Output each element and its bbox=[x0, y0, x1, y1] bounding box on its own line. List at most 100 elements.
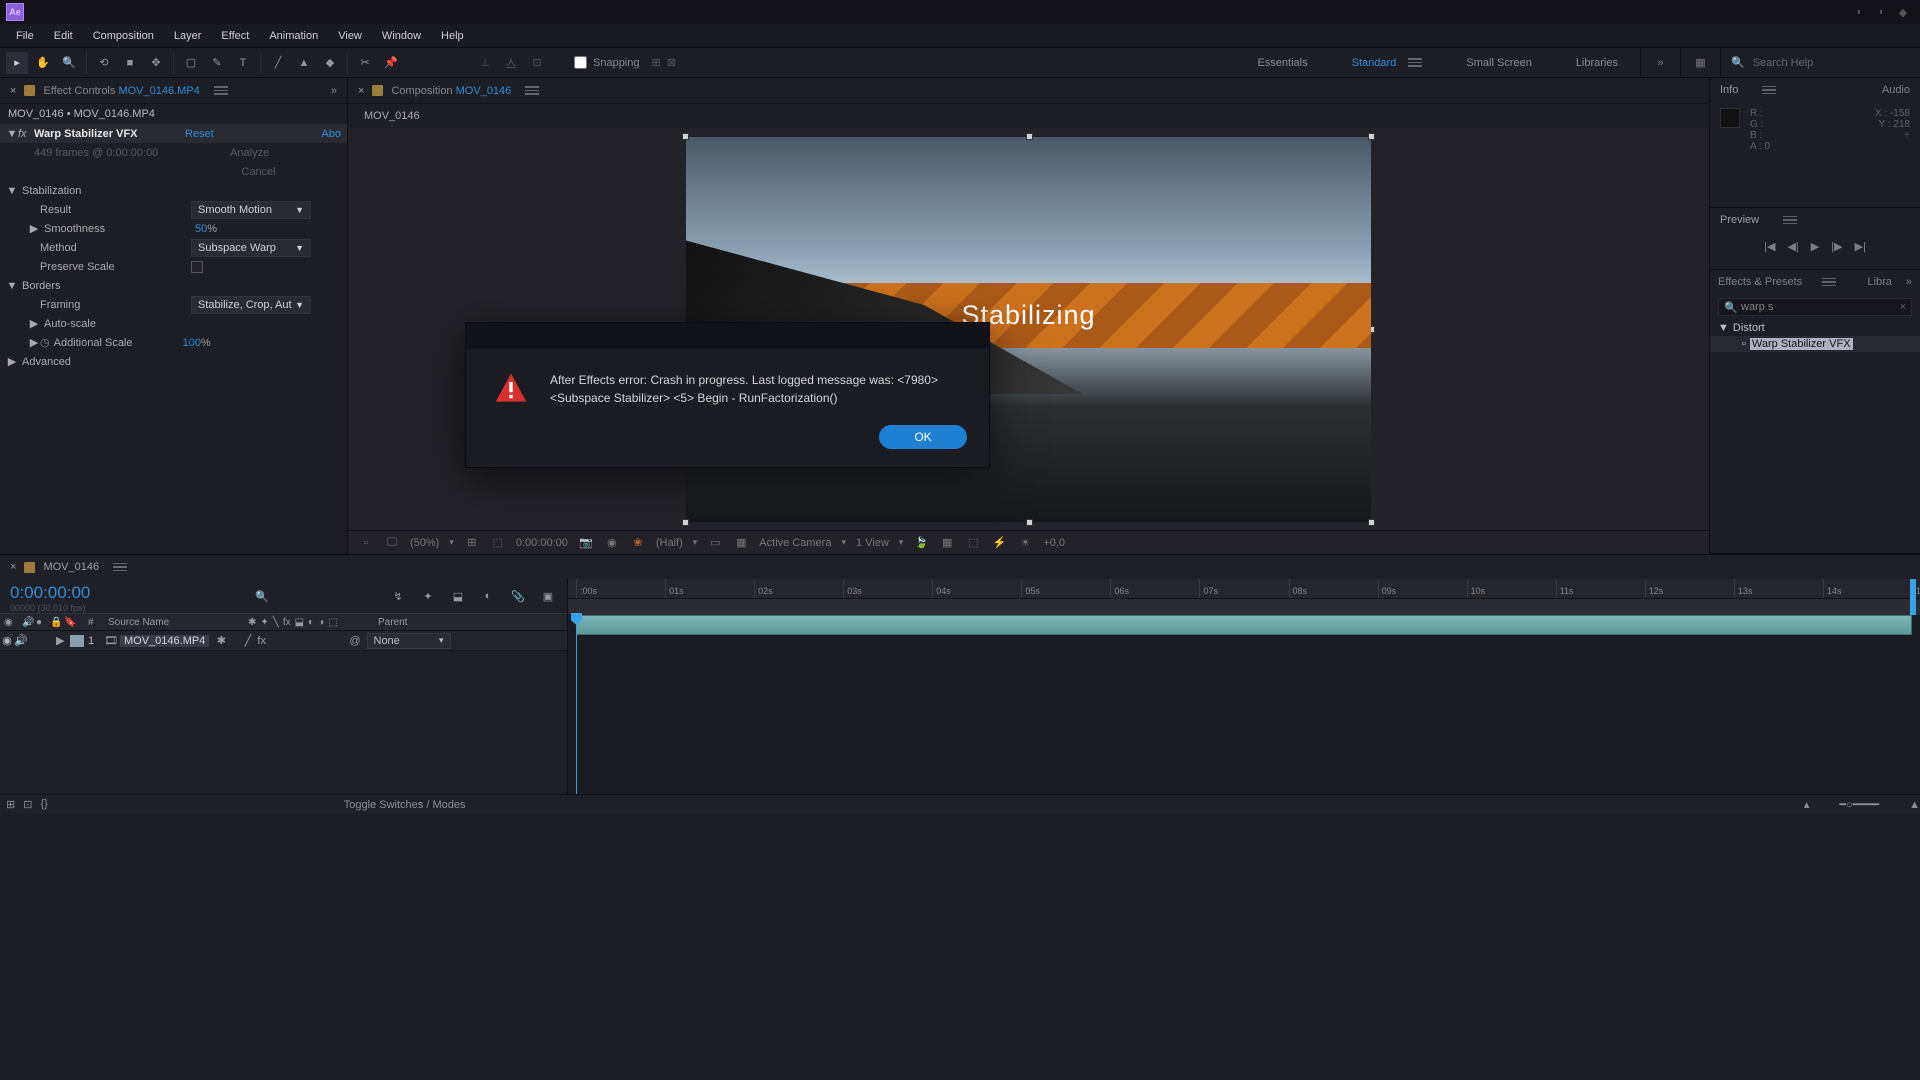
zoom-out-icon[interactable]: ▴ bbox=[1804, 798, 1810, 811]
effect-item-warp-stabilizer[interactable]: ▫ Warp Stabilizer VFX bbox=[1710, 336, 1920, 352]
zoom-value[interactable]: (50%) bbox=[410, 537, 439, 549]
sync-icon[interactable]: ◖ bbox=[1870, 0, 1892, 24]
clear-icon[interactable]: × bbox=[1900, 301, 1906, 313]
snap-opt2-icon[interactable]: ⊠ bbox=[667, 56, 676, 69]
preserve-scale-checkbox[interactable] bbox=[191, 261, 203, 273]
hand-tool-icon[interactable]: ✋ bbox=[32, 52, 54, 74]
timecode[interactable]: 0:00:00:00 bbox=[2, 581, 98, 603]
comp-subtab[interactable]: MOV_0146 bbox=[364, 110, 420, 122]
transform-handle[interactable] bbox=[1026, 519, 1033, 526]
pen-tool-icon[interactable]: ✎ bbox=[206, 52, 228, 74]
label-column-icon[interactable]: 🔖 bbox=[60, 617, 84, 628]
zoom-in-icon[interactable]: ▲ bbox=[1909, 799, 1920, 811]
grid-icon[interactable]: ▦ bbox=[939, 535, 955, 551]
transform-handle[interactable] bbox=[682, 133, 689, 140]
transform-handle[interactable] bbox=[1368, 519, 1375, 526]
pixel-icon[interactable]: ⬚ bbox=[965, 535, 981, 551]
axis-local-icon[interactable]: ⊥ bbox=[474, 52, 496, 74]
toggle-switches-modes[interactable]: Toggle Switches / Modes bbox=[344, 799, 466, 811]
menu-composition[interactable]: Composition bbox=[83, 30, 164, 42]
transform-handle[interactable] bbox=[1368, 133, 1375, 140]
res-icon[interactable]: ⊞ bbox=[464, 535, 480, 551]
toggle-braces-icon[interactable]: {} bbox=[40, 798, 47, 811]
info-tab[interactable]: Info bbox=[1720, 84, 1738, 96]
region-icon[interactable]: ▭ bbox=[707, 535, 723, 551]
label-color[interactable] bbox=[70, 635, 84, 647]
toggle-switches-icon[interactable]: ⊞ bbox=[6, 798, 15, 811]
transparency-icon[interactable]: ▦ bbox=[733, 535, 749, 551]
method-dropdown[interactable]: Subspace Warp▼ bbox=[191, 239, 311, 257]
twirl-icon[interactable]: ▼ bbox=[6, 280, 18, 292]
camera-dropdown[interactable]: Active Camera bbox=[759, 537, 831, 549]
audio-tab[interactable]: Audio bbox=[1882, 84, 1910, 96]
close-icon[interactable]: × bbox=[358, 85, 364, 97]
menu-window[interactable]: Window bbox=[372, 30, 431, 42]
view-dropdown[interactable]: 1 View bbox=[856, 537, 889, 549]
timeline-tab[interactable]: MOV_0146 bbox=[43, 561, 99, 573]
switch-fx[interactable]: ╱ fx bbox=[233, 634, 277, 647]
menu-view[interactable]: View bbox=[328, 30, 372, 42]
rect-tool-icon[interactable]: ▢ bbox=[180, 52, 202, 74]
twirl-icon[interactable]: ▶ bbox=[28, 317, 40, 330]
addscale-value[interactable]: 100 bbox=[183, 337, 201, 349]
transform-handle[interactable] bbox=[1026, 133, 1033, 140]
twirl-icon[interactable]: ▶ bbox=[6, 355, 18, 368]
twirl-icon[interactable]: ▶ bbox=[56, 634, 66, 647]
speaker-column-icon[interactable]: 🔊 bbox=[18, 617, 32, 628]
camera-tool-icon[interactable]: ■ bbox=[119, 52, 141, 74]
workspace-essentials[interactable]: Essentials bbox=[1235, 48, 1329, 77]
panel-menu-icon[interactable] bbox=[1783, 216, 1797, 225]
ok-button[interactable]: OK bbox=[879, 425, 967, 449]
effect-controls-tab[interactable]: Effect Controls MOV_0146.MP4 bbox=[43, 85, 199, 97]
menu-animation[interactable]: Animation bbox=[259, 30, 328, 42]
timeline-search-icon[interactable]: 🔍 bbox=[255, 590, 269, 603]
panel-menu-icon[interactable] bbox=[113, 563, 127, 572]
workspace-overflow-icon[interactable]: » bbox=[1640, 48, 1680, 77]
reset-link[interactable]: Reset bbox=[185, 128, 214, 140]
settings-dot-icon[interactable]: ◆ bbox=[1892, 0, 1914, 24]
workspace-menu-icon[interactable] bbox=[1408, 58, 1422, 67]
shy-icon[interactable]: ↯ bbox=[389, 587, 407, 605]
eraser-tool-icon[interactable]: ◆ bbox=[319, 52, 341, 74]
frame-blend-icon[interactable]: ⬓ bbox=[449, 587, 467, 605]
parent-pickwhip-icon[interactable]: @ bbox=[349, 635, 360, 647]
moon-icon[interactable]: ◗ bbox=[1848, 0, 1870, 24]
eye-column-icon[interactable]: ◉ bbox=[0, 617, 18, 628]
speaker-icon[interactable]: 🔊 bbox=[14, 634, 28, 648]
parent-dropdown[interactable]: None▾ bbox=[367, 633, 451, 649]
work-area[interactable] bbox=[568, 599, 1920, 615]
menu-edit[interactable]: Edit bbox=[44, 30, 83, 42]
twirl-icon[interactable]: ▶ bbox=[28, 222, 40, 235]
roto-tool-icon[interactable]: ✂ bbox=[354, 52, 376, 74]
close-icon[interactable]: × bbox=[10, 85, 16, 97]
3d-icon[interactable]: 🍃 bbox=[913, 535, 929, 551]
pan-behind-tool-icon[interactable]: ✥ bbox=[145, 52, 167, 74]
menu-file[interactable]: File bbox=[6, 30, 44, 42]
effects-presets-tab[interactable]: Effects & Presets bbox=[1718, 276, 1802, 288]
eye-icon[interactable]: ◉ bbox=[0, 634, 14, 648]
text-tool-icon[interactable]: T bbox=[232, 52, 254, 74]
solo-column-icon[interactable]: ● bbox=[32, 617, 46, 628]
overflow-icon[interactable]: » bbox=[331, 85, 337, 97]
layer-row-1[interactable]: ◉ 🔊 ▶ 1 🎞 MOV_0146.MP4 ✱ ╱ fx @ None▾ bbox=[0, 631, 567, 651]
twirl-icon[interactable]: ▼ bbox=[6, 128, 18, 140]
zoom-tool-icon[interactable]: 🔍 bbox=[58, 52, 80, 74]
magnify-icon[interactable]: ▫ bbox=[358, 535, 374, 551]
motion-blur-icon[interactable]: ◐ bbox=[479, 587, 497, 605]
switch-quality[interactable]: ✱ bbox=[209, 634, 233, 647]
snapshot-icon[interactable]: 📷 bbox=[578, 535, 594, 551]
playhead[interactable] bbox=[576, 615, 577, 794]
res-dropdown[interactable]: (Half) bbox=[656, 537, 683, 549]
libraries-tab[interactable]: Libra bbox=[1867, 276, 1891, 288]
fast-icon[interactable]: ⚡ bbox=[991, 535, 1007, 551]
exposure-value[interactable]: +0,0 bbox=[1043, 537, 1065, 549]
layer-name[interactable]: MOV_0146.MP4 bbox=[120, 635, 209, 647]
puppet-tool-icon[interactable]: 📌 bbox=[380, 52, 402, 74]
workspace-standard[interactable]: Standard bbox=[1330, 48, 1445, 77]
layer-clip[interactable] bbox=[576, 615, 1912, 635]
axis-view-icon[interactable]: ⊡ bbox=[526, 52, 548, 74]
next-frame-icon[interactable]: |▶ bbox=[1831, 240, 1842, 253]
lock-column-icon[interactable]: 🔒 bbox=[46, 617, 60, 628]
exposure-icon[interactable]: ☀ bbox=[1017, 535, 1033, 551]
prev-frame-icon[interactable]: ◀| bbox=[1787, 240, 1798, 253]
